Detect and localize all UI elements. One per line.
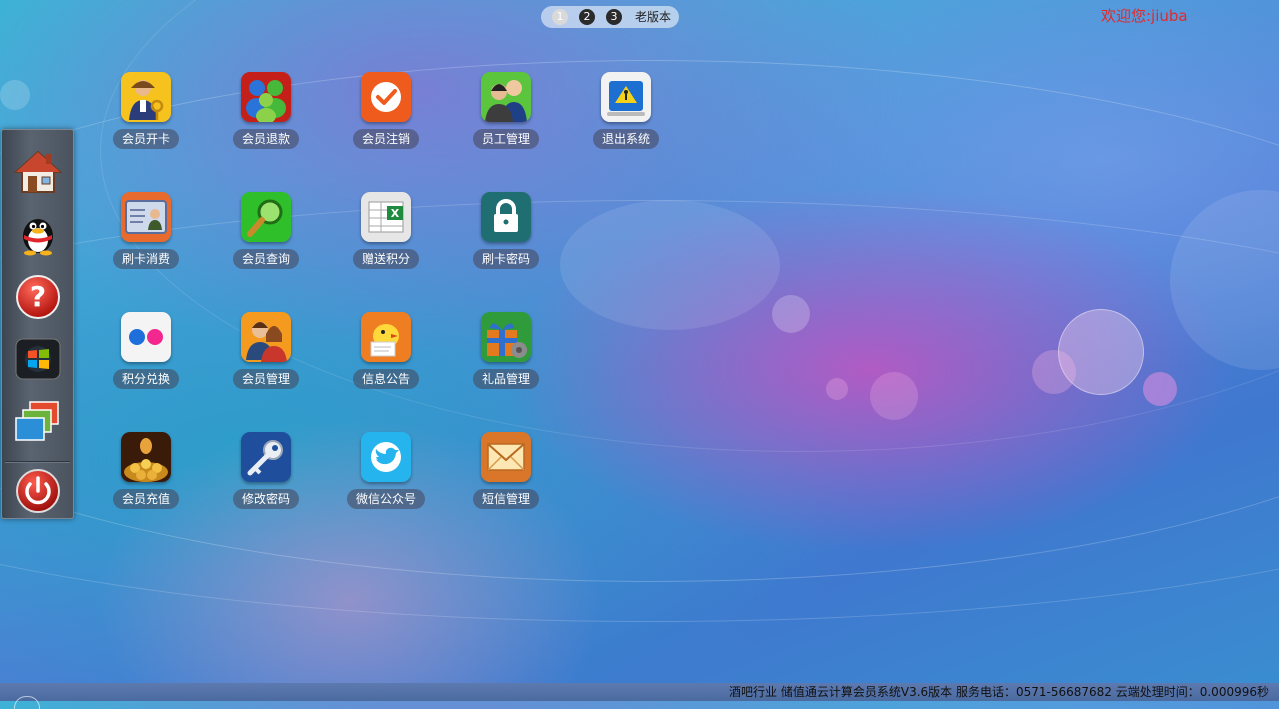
- app-label: 修改密码: [232, 489, 300, 509]
- app-member-cancel[interactable]: 会员注销: [326, 72, 446, 156]
- app-label: 会员查询: [232, 249, 300, 269]
- qq-penguin-icon[interactable]: [14, 208, 62, 256]
- dock-divider: [5, 461, 70, 462]
- app-member-manage[interactable]: 会员管理: [206, 312, 326, 396]
- app-label: 赠送积分: [352, 249, 420, 269]
- app-points-exchange[interactable]: 积分兑换: [86, 312, 206, 396]
- app-label: 会员充值: [112, 489, 180, 509]
- flickr-icon: [121, 312, 171, 362]
- checkmark-icon: [361, 72, 411, 122]
- app-exit-system[interactable]: 退出系统: [566, 72, 686, 156]
- app-label: 会员退款: [232, 129, 300, 149]
- page-3-button[interactable]: 3: [606, 9, 622, 25]
- app-notice[interactable]: 信息公告: [326, 312, 446, 396]
- home-icon[interactable]: [14, 148, 62, 196]
- status-bar: 酒吧行业 储值通云计算会员系统V3.6版本 服务电话：0571-56687682…: [0, 683, 1279, 709]
- spreadsheet-icon: X: [361, 192, 411, 242]
- app-member-refund[interactable]: 会员退款: [206, 72, 326, 156]
- staff-icon: [481, 72, 531, 122]
- app-staff-manage[interactable]: 员工管理: [446, 72, 566, 156]
- member-pair-icon: [241, 312, 291, 362]
- app-label: 微信公众号: [346, 489, 426, 509]
- app-label: 刷卡密码: [472, 249, 540, 269]
- app-member-recharge[interactable]: 会员充值: [86, 432, 206, 516]
- key-icon: [241, 432, 291, 482]
- app-label: 会员注销: [352, 129, 420, 149]
- app-gift-points[interactable]: X 赠送积分: [326, 192, 446, 276]
- gold-coins-icon: [121, 432, 171, 482]
- member-card-icon: [121, 72, 171, 122]
- refund-users-icon: [241, 72, 291, 122]
- left-dock: ?: [1, 129, 74, 519]
- app-label: 刷卡消费: [112, 249, 180, 269]
- bird-icon: [361, 432, 411, 482]
- windows-icon[interactable]: [14, 335, 62, 383]
- svg-text:?: ?: [30, 280, 46, 313]
- app-label: 会员开卡: [112, 129, 180, 149]
- app-gift-manage[interactable]: 礼品管理: [446, 312, 566, 396]
- status-text: 酒吧行业 储值通云计算会员系统V3.6版本 服务电话：0571-56687682…: [729, 685, 1269, 699]
- app-label: 短信管理: [472, 489, 540, 509]
- app-sms-manage[interactable]: 短信管理: [446, 432, 566, 516]
- magnifier-icon: [241, 192, 291, 242]
- svg-text:X: X: [391, 207, 400, 220]
- app-label: 信息公告: [352, 369, 420, 389]
- app-label: 积分兑换: [112, 369, 180, 389]
- corner-button[interactable]: [14, 696, 40, 709]
- app-label: 员工管理: [472, 129, 540, 149]
- app-member-query[interactable]: 会员查询: [206, 192, 326, 276]
- help-icon[interactable]: ?: [14, 273, 62, 321]
- lock-icon: [481, 192, 531, 242]
- power-icon[interactable]: [14, 467, 62, 515]
- app-wechat-official[interactable]: 微信公众号: [326, 432, 446, 516]
- app-label: 退出系统: [592, 129, 660, 149]
- app-card-payment[interactable]: 刷卡消费: [86, 192, 206, 276]
- welcome-text: 欢迎您:jiuba: [1101, 7, 1188, 25]
- old-version-link[interactable]: 老版本: [635, 9, 671, 25]
- page-1-button[interactable]: 1: [552, 9, 568, 25]
- envelope-icon: [481, 432, 531, 482]
- app-label: 会员管理: [232, 369, 300, 389]
- page-2-button[interactable]: 2: [579, 9, 595, 25]
- page-switcher: 1 2 3 老版本: [541, 6, 679, 28]
- app-change-password[interactable]: 修改密码: [206, 432, 326, 516]
- gift-icon: [481, 312, 531, 362]
- app-card-password[interactable]: 刷卡密码: [446, 192, 566, 276]
- app-label: 礼品管理: [472, 369, 540, 389]
- windows-stack-icon[interactable]: [14, 398, 62, 446]
- chick-notice-icon: [361, 312, 411, 362]
- exit-icon: [601, 72, 651, 122]
- app-member-open-card[interactable]: 会员开卡: [86, 72, 206, 156]
- id-card-icon: [121, 192, 171, 242]
